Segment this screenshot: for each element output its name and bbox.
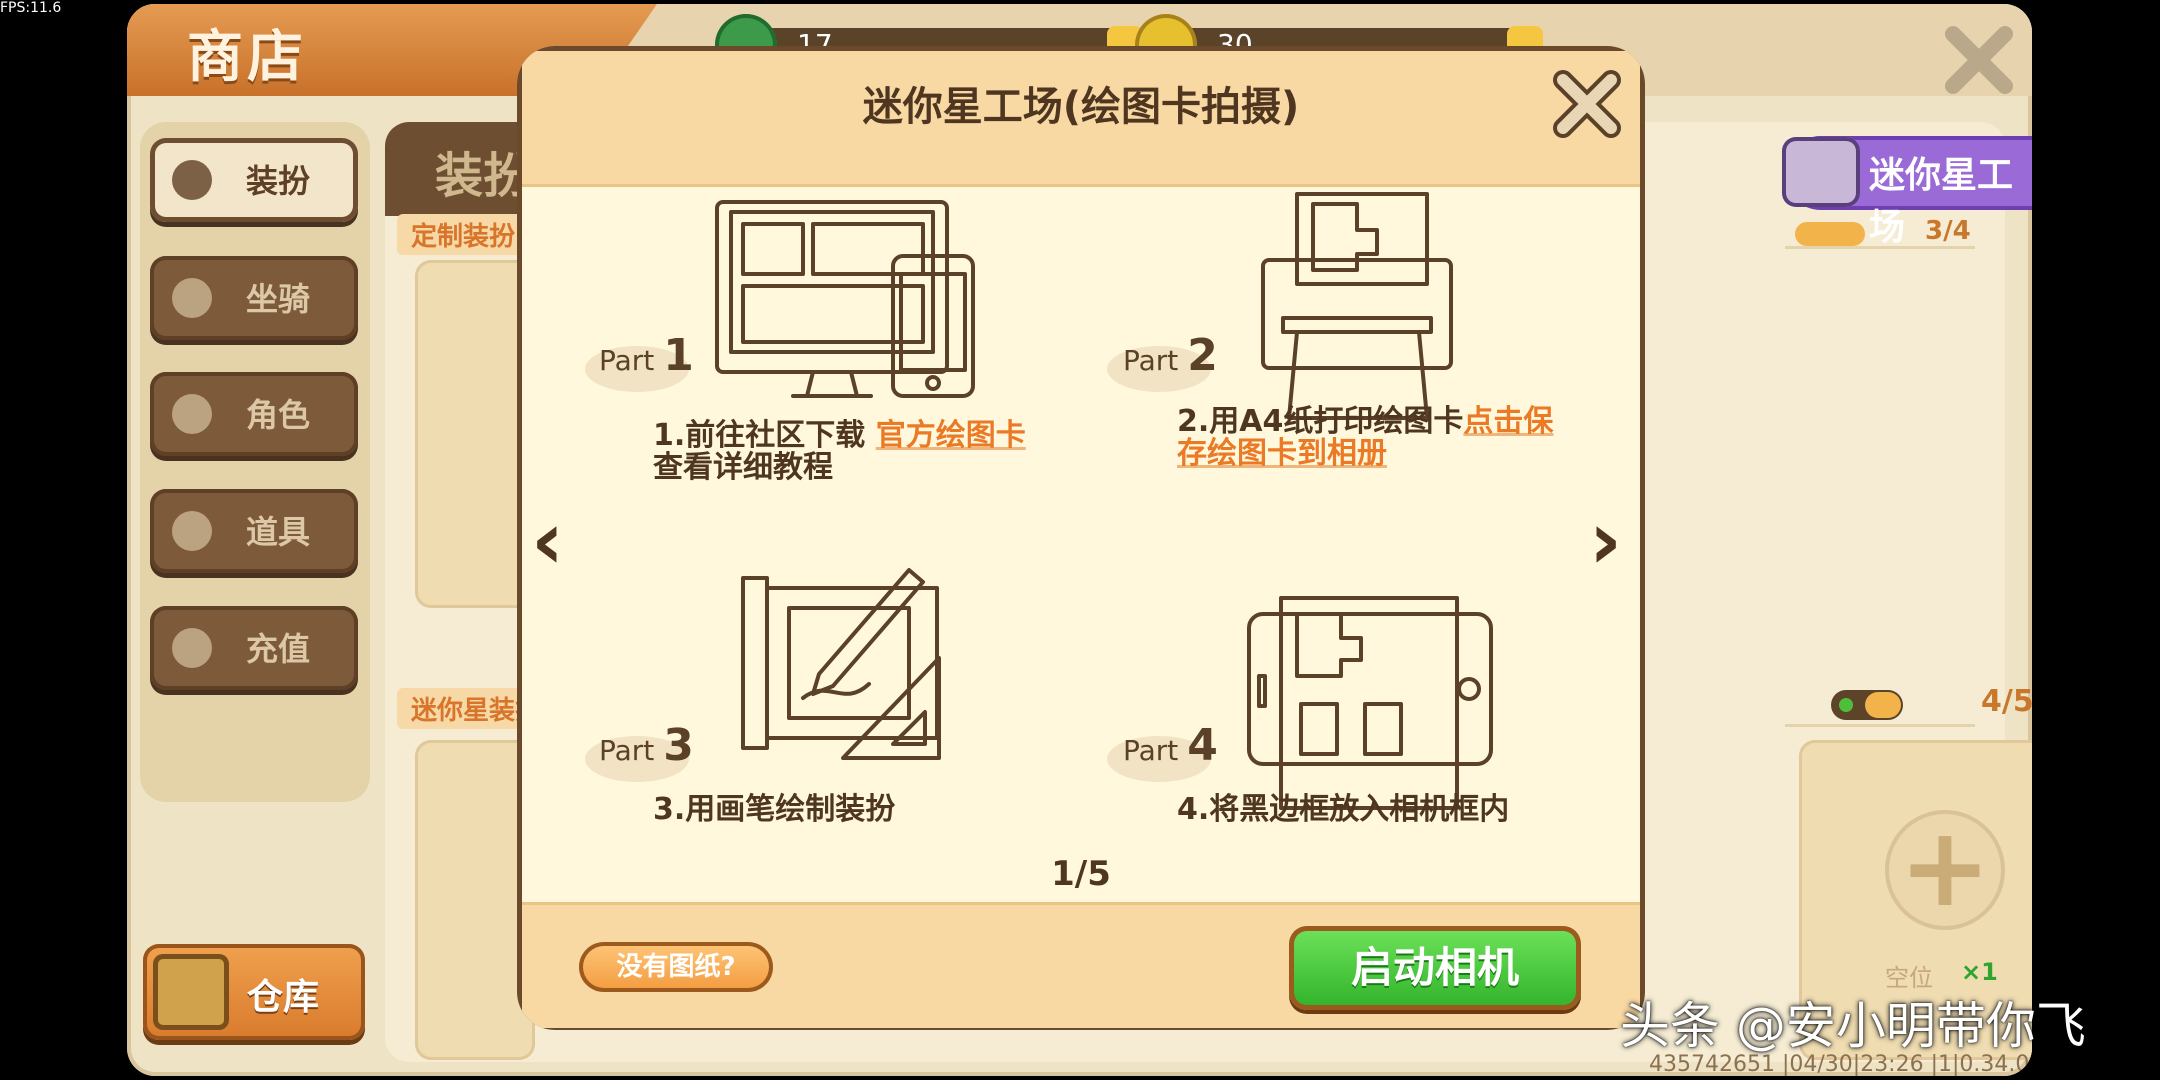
toggle-knob <box>1865 692 1901 718</box>
firework-icon <box>172 511 212 551</box>
fps-counter: FPS:11.6 <box>0 0 62 16</box>
phone-camera-illustration <box>1247 596 1493 810</box>
prev-page-arrow[interactable]: ‹ <box>531 494 564 587</box>
part-1-text: 1.前往社区下载 官方绘图卡查看详细教程 <box>653 418 1026 485</box>
add-slot-icon[interactable]: + <box>1885 810 2005 930</box>
warehouse-label: 仓库 <box>247 977 320 1018</box>
part-1-label: Part 1 <box>599 330 694 381</box>
menu-item-label: 充值 <box>246 630 311 668</box>
top-toggle[interactable] <box>1795 222 1865 246</box>
part-2-label: Part 2 <box>1123 330 1218 381</box>
part-3-label: Part 3 <box>599 720 694 771</box>
shop-title: 商店 <box>187 25 307 90</box>
slot-count: 4/5 <box>1981 684 2032 719</box>
official-card-link[interactable]: 官方绘图卡 <box>876 418 1026 453</box>
no-paper-button[interactable]: 没有图纸? <box>579 942 773 992</box>
drawing-illustration <box>741 568 941 760</box>
next-page-arrow[interactable]: › <box>1589 494 1622 587</box>
menu-item-label: 道具 <box>246 513 311 551</box>
treasure-chest-icon <box>153 954 229 1030</box>
computer-phone-illustration <box>715 200 975 398</box>
start-camera-button[interactable]: 启动相机 <box>1289 926 1581 1010</box>
part-4-text: 4.将黑边框放入相机框内 <box>1177 792 1510 827</box>
menu-item-mount[interactable]: 坐骑 <box>150 256 358 340</box>
workshop-dialog: 迷你星工场(绘图卡拍摄) Part 1 1.前往社区下载 官方绘图卡查看详细教程… <box>517 46 1645 1030</box>
part-4-label: Part 4 <box>1123 720 1218 771</box>
part-3-text: 3.用画笔绘制装扮 <box>653 792 896 827</box>
category-panel <box>140 122 370 802</box>
divider <box>1785 724 1975 727</box>
menu-item-label: 装扮 <box>246 162 311 200</box>
printer-illustration <box>1261 192 1453 420</box>
menu-item-label: 坐骑 <box>246 280 311 318</box>
menu-item-dress[interactable]: 装扮 <box>150 138 358 222</box>
toggle-indicator <box>1839 698 1853 712</box>
dialog-title: 迷你星工场(绘图卡拍摄) <box>862 84 1300 130</box>
coins-stack-icon <box>172 628 212 668</box>
warehouse-button[interactable]: 仓库 <box>143 944 365 1040</box>
menu-item-props[interactable]: 道具 <box>150 489 358 573</box>
camera-icon <box>1782 137 1860 207</box>
menu-item-recharge[interactable]: 充值 <box>150 606 358 690</box>
close-icon[interactable] <box>1547 64 1627 144</box>
empty-slot-count: ×1 <box>1961 958 1998 986</box>
menu-item-label: 角色 <box>246 396 311 434</box>
tab-mini-workshop-label: 迷你星工场 <box>1869 155 2014 248</box>
part-2-text: 2.用A4纸打印绘图卡点击保存绘图卡到相册 <box>1177 404 1554 471</box>
menu-item-character[interactable]: 角色 <box>150 372 358 456</box>
page-indicator: 1/5 <box>1051 854 1111 894</box>
shirt-icon <box>172 160 212 200</box>
character-icon <box>172 394 212 434</box>
section-title-custom: 定制装扮 <box>397 214 530 255</box>
watermark: 头条 @安小明带你飞 <box>1620 997 2086 1055</box>
wings-icon <box>172 278 212 318</box>
shop-close-icon[interactable] <box>1939 20 2019 100</box>
